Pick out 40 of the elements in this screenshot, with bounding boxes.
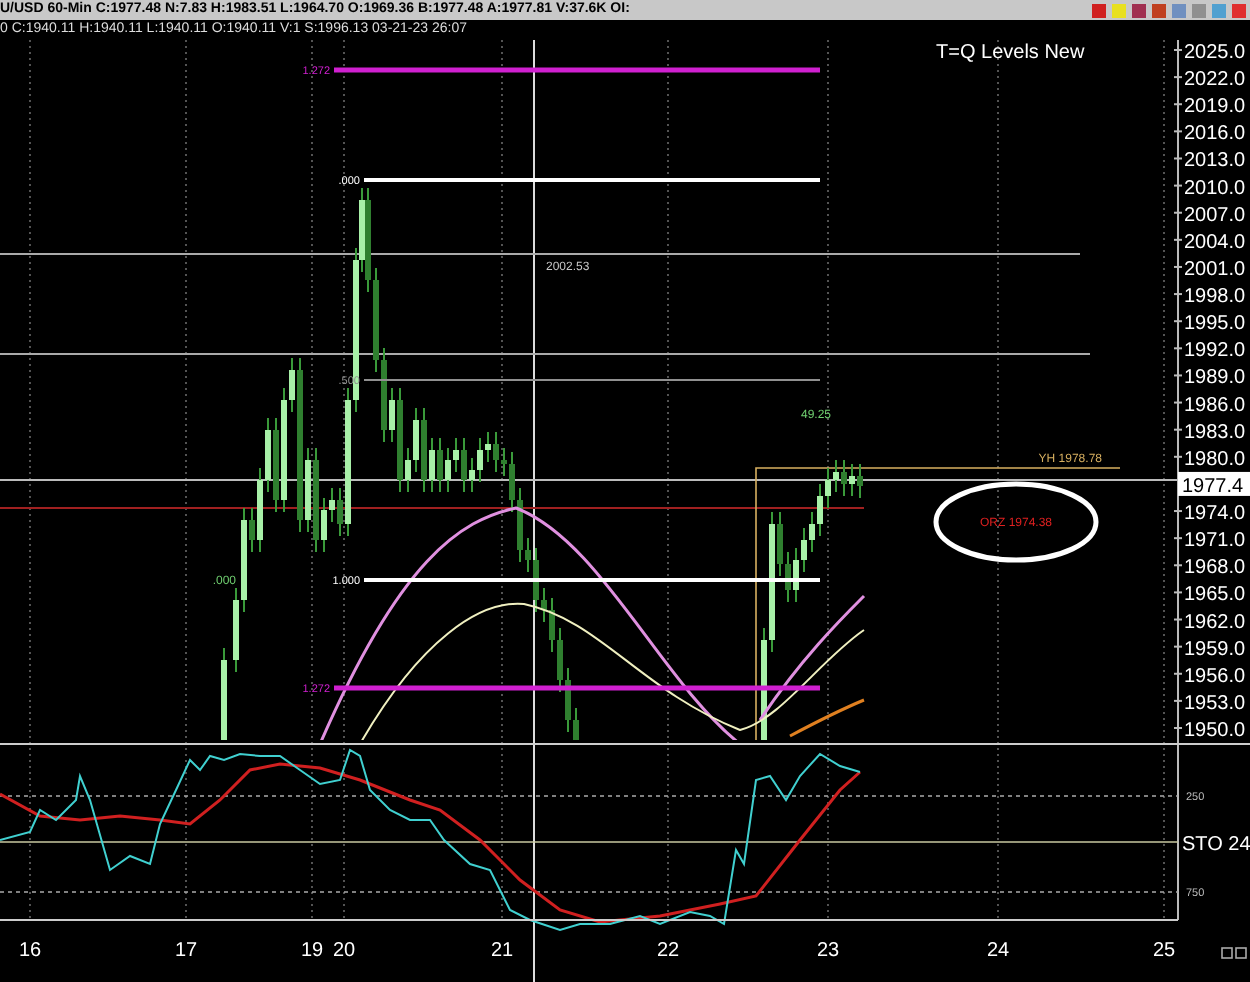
price-axis-label: 1992.0	[1184, 340, 1246, 363]
price-axis-label: 1950.0	[1184, 720, 1246, 742]
price-axis-label: 1995.0	[1184, 313, 1246, 336]
price-axis-label: 1980.0	[1184, 448, 1246, 471]
price-axis-label: 2025.0	[1184, 42, 1246, 64]
price-axis-label: 1953.0	[1184, 692, 1246, 715]
date-axis-label: 25	[1152, 940, 1176, 962]
current-price-tag: 1977.4	[1178, 471, 1250, 498]
price-axis-label: 1998.0	[1184, 286, 1246, 309]
price-axis-label: 2010.0	[1184, 177, 1246, 200]
price-axis-label: 2013.0	[1184, 150, 1246, 173]
price-axis-label: 1959.0	[1184, 638, 1246, 661]
price-axis-label: 1989.0	[1184, 367, 1246, 390]
date-axis-label: 23	[816, 940, 840, 962]
window-buttons-icon[interactable]	[1221, 947, 1247, 959]
price-axis-label: 1971.0	[1184, 530, 1246, 553]
price-axis-label: 1968.0	[1184, 557, 1246, 580]
price-axis-label: 2022.0	[1184, 69, 1246, 92]
close-icon[interactable]	[1232, 3, 1246, 17]
date-axis-label: 17	[174, 940, 198, 962]
price-axis-label: 1962.0	[1184, 611, 1246, 634]
price-axis-label: 1965.0	[1184, 584, 1246, 607]
price-axis-label: 2004.0	[1184, 231, 1246, 254]
price-axis-label: 2019.0	[1184, 96, 1246, 119]
oscillator-label: STO 24	[1182, 834, 1250, 856]
date-axis-label: 24	[986, 940, 1010, 962]
date-axis-label: 21	[490, 940, 514, 962]
chart-title: T=Q Levels New	[936, 42, 1085, 64]
price-axis-label: 2016.0	[1184, 123, 1246, 146]
price-axis-label: 1956.0	[1184, 665, 1246, 688]
price-axis-label: 1983.0	[1184, 421, 1246, 444]
price-axis-label: 2007.0	[1184, 204, 1246, 227]
price-axis-label: 1986.0	[1184, 394, 1246, 417]
price-axis-label: 1974.0	[1184, 503, 1246, 526]
date-axis-label: 19	[300, 940, 324, 962]
price-axis-label: 2001.0	[1184, 258, 1246, 281]
candlestick	[221, 647, 227, 740]
date-axis-label: 16	[18, 940, 42, 962]
date-axis-label: 22	[656, 940, 680, 962]
date-axis-label: 20	[332, 940, 356, 962]
